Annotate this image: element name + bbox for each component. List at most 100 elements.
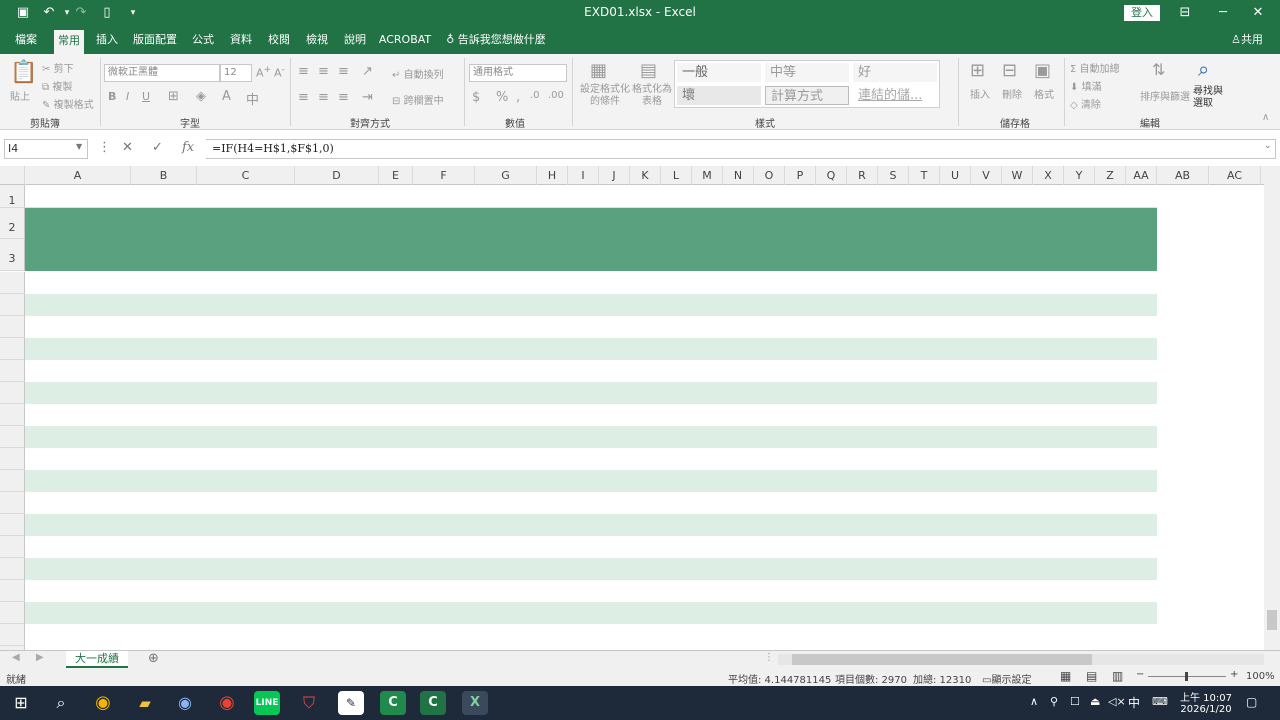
dept-cell[interactable] [310,514,379,536]
answer-cell[interactable] [661,382,692,404]
student-id-cell[interactable] [25,558,131,580]
correct-check-icon[interactable] [1002,316,1033,338]
answer-cell[interactable] [971,404,1002,426]
g1-cell[interactable] [475,187,537,207]
answer-cell[interactable] [723,492,754,514]
cut-button[interactable]: ✂ 剪下 [42,60,74,75]
answer-cell[interactable] [1033,558,1064,580]
row-header-3[interactable]: 3 [0,239,25,271]
horizontal-scroll-thumb[interactable] [792,654,1092,665]
row-header-291[interactable] [0,426,25,448]
answer-cell[interactable] [1033,404,1064,426]
correct-check-icon[interactable] [568,316,599,338]
answer-cell[interactable] [723,514,754,536]
answer-cell[interactable] [785,382,816,404]
answer-cell[interactable] [599,404,630,426]
student-name-cell[interactable] [131,426,197,448]
student-name-cell[interactable] [131,536,197,558]
zoom-slider-thumb[interactable] [1185,672,1188,681]
tab-file[interactable]: 檔案 [8,26,44,54]
sex-cell[interactable] [379,580,413,602]
wrap-text-button[interactable]: ↵ 自動換列 [392,66,444,81]
paste-icon[interactable]: 📋 [10,60,37,85]
class-code-cell[interactable] [200,470,295,492]
answer-cell[interactable] [1095,558,1126,580]
student-name-cell[interactable] [131,316,197,338]
share-button[interactable]: ♙共用 [1224,26,1270,54]
dept-cell[interactable] [310,580,379,602]
student-name-cell[interactable] [131,580,197,602]
answer-cell[interactable] [909,514,940,536]
student-id-cell[interactable] [25,470,131,492]
answer-cell[interactable] [785,360,816,382]
style-bad[interactable]: 壞 [677,86,761,105]
correct-check-icon[interactable] [1064,426,1095,448]
row-header-287[interactable] [0,338,25,360]
camtasia-recorder-icon[interactable]: C [420,691,446,715]
student-id-cell[interactable] [25,294,131,316]
correct-check-icon[interactable] [692,448,723,470]
style-good[interactable]: 好 [853,63,937,82]
answer-cell[interactable] [971,338,1002,360]
answer-cell[interactable] [723,404,754,426]
answer-cell[interactable] [1033,382,1064,404]
spreadsheet-grid[interactable]: A B C D E F G H I J K L M N O P Q R S T U V W X Y Z AA AB AC 123 [0,166,1270,650]
delete-cells-label[interactable]: 刪除 [1002,86,1022,101]
answer-cell[interactable] [785,338,816,360]
answer-cell[interactable] [1095,272,1126,294]
next-sheet-icon[interactable]: ▶ [36,652,44,663]
student-name-cell[interactable] [131,404,197,426]
answer-cell[interactable] [661,602,692,624]
font-color-icon[interactable]: A [222,89,231,104]
windows-start-icon[interactable]: ⊞ [8,691,34,715]
correct-check-icon[interactable] [940,558,971,580]
correct-check-icon[interactable] [1126,404,1157,426]
find-select-label[interactable]: 尋找與選取 [1193,86,1225,110]
correct-check-icon[interactable] [1002,558,1033,580]
correct-check-icon[interactable] [568,536,599,558]
answer-cell[interactable] [909,272,940,294]
answer-cell[interactable] [1033,536,1064,558]
hscroll-menu-icon[interactable]: ⋮ [764,652,774,663]
dept-cell[interactable] [310,536,379,558]
sex-cell[interactable] [379,448,413,470]
answer-cell[interactable] [537,558,568,580]
display-settings-button[interactable]: ▭顯示設定 [982,671,1031,686]
answer-cell[interactable] [909,558,940,580]
tab-review[interactable]: 校閱 [264,26,294,54]
class-code-cell[interactable] [200,514,295,536]
answer-cell[interactable] [785,470,816,492]
answer-cell[interactable] [847,338,878,360]
autosum-button[interactable]: Σ 自動加總 [1070,60,1120,75]
answer-cell[interactable] [1095,536,1126,558]
answer-cell[interactable] [1033,360,1064,382]
answer-cell[interactable] [537,360,568,382]
student-id-cell[interactable] [25,602,131,624]
answer-cell[interactable] [1033,514,1064,536]
row-header-294[interactable] [0,492,25,514]
tab-home[interactable]: 常用 [54,30,84,54]
fill-button[interactable]: ⬇ 填滿 [1070,78,1102,93]
student-id-cell[interactable] [25,536,131,558]
answer-cell[interactable] [909,624,940,646]
answer-cell[interactable] [537,624,568,646]
answer-cell[interactable] [599,536,630,558]
student-id-cell[interactable] [25,492,131,514]
standard-answer-5[interactable] [785,187,847,207]
chrome-icon[interactable]: ◉ [90,691,116,715]
answer-cell[interactable] [599,624,630,646]
page-layout-view-icon[interactable]: ▤ [1086,669,1097,683]
correct-check-icon[interactable] [816,294,847,316]
column-header-U[interactable]: U [940,166,971,185]
correct-check-icon[interactable] [568,492,599,514]
format-cells-icon[interactable]: ▣ [1034,60,1051,81]
sex-cell[interactable] [379,492,413,514]
class-code-cell[interactable] [200,558,295,580]
answer-cell[interactable] [847,492,878,514]
answer-cell[interactable] [599,382,630,404]
correct-check-icon[interactable] [1126,470,1157,492]
answer-cell[interactable] [599,360,630,382]
answer-cell[interactable] [723,316,754,338]
answer-cell[interactable] [909,536,940,558]
column-header-AB[interactable]: AB [1157,166,1209,185]
